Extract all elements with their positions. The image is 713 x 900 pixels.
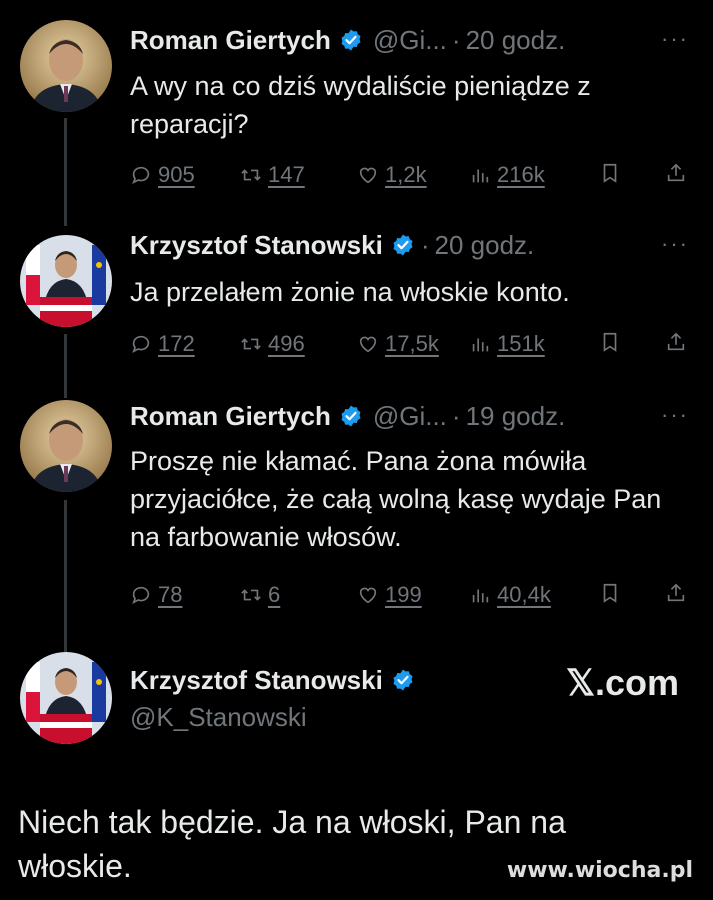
- verified-badge-icon: [393, 234, 413, 256]
- separator-dot: ·: [420, 229, 430, 260]
- bookmark-icon: [603, 332, 617, 352]
- like-button[interactable]: 1,2k: [357, 162, 469, 188]
- retweet-count: 147: [268, 162, 305, 187]
- views-icon: [472, 589, 489, 603]
- tweet-time[interactable]: 20 godz.: [466, 25, 566, 56]
- share-button[interactable]: [665, 331, 687, 358]
- views-icon: [472, 169, 489, 183]
- heart-icon: [359, 587, 377, 604]
- like-count: 199: [385, 582, 422, 607]
- author-handle[interactable]: @Gi...: [373, 25, 447, 56]
- reply-count: 78: [158, 582, 183, 607]
- thread-line: [64, 334, 67, 398]
- reply-count: 172: [158, 331, 195, 356]
- views-count: 40,4k: [497, 582, 551, 607]
- views-button[interactable]: 151k: [469, 331, 599, 357]
- share-button[interactable]: [665, 162, 687, 189]
- bookmark-icon: [603, 163, 617, 183]
- author-handle[interactable]: @Gi...: [373, 401, 447, 432]
- tweet-text: Ja przelałem żonie na włoskie konto.: [130, 277, 570, 307]
- heart-icon: [359, 167, 377, 184]
- retweet-icon: [241, 169, 261, 181]
- more-options-icon[interactable]: ···: [661, 26, 689, 52]
- views-count: 216k: [497, 162, 545, 187]
- views-button[interactable]: 216k: [469, 162, 599, 188]
- share-icon: [667, 163, 685, 181]
- avatar-stanowski[interactable]: [20, 235, 112, 327]
- tweet-actions: 905 147 1,2k 216k: [130, 160, 692, 190]
- author-name[interactable]: Krzysztof Stanowski: [130, 665, 383, 696]
- author-name[interactable]: Krzysztof Stanowski: [130, 230, 383, 261]
- verified-badge-icon: [341, 29, 361, 51]
- tweet-actions: 172 496 17,5k 151k: [130, 329, 692, 359]
- retweet-button[interactable]: 496: [240, 331, 357, 357]
- author-handle[interactable]: @K_Stanowski: [130, 702, 307, 733]
- retweet-button[interactable]: 6: [240, 582, 357, 608]
- separator-dot: ·: [451, 400, 461, 431]
- retweet-icon: [241, 338, 261, 350]
- avatar-stanowski[interactable]: [20, 652, 112, 744]
- like-count: 17,5k: [385, 331, 439, 356]
- separator-dot: ·: [451, 24, 461, 55]
- reply-button[interactable]: 172: [130, 331, 240, 357]
- reply-icon: [132, 586, 150, 605]
- reply-icon: [132, 166, 150, 185]
- reply-button[interactable]: 905: [130, 162, 240, 188]
- reply-count: 905: [158, 162, 195, 187]
- heart-icon: [359, 336, 377, 353]
- share-icon: [667, 583, 685, 601]
- verified-badge-icon: [393, 669, 413, 691]
- reply-icon: [132, 335, 150, 354]
- author-name[interactable]: Roman Giertych: [130, 25, 331, 56]
- tweet-time[interactable]: 19 godz.: [466, 401, 566, 432]
- bookmark-button[interactable]: [599, 582, 665, 609]
- avatar-giertych[interactable]: [20, 400, 112, 492]
- retweet-button[interactable]: 147: [240, 162, 357, 188]
- tweet-text: Proszę nie kłamać. Pana żona mówiła przy…: [130, 446, 662, 552]
- tweet-time[interactable]: 20 godz.: [435, 230, 535, 261]
- reply-button[interactable]: 78: [130, 582, 240, 608]
- bookmark-icon: [603, 583, 617, 603]
- like-button[interactable]: 199: [357, 582, 469, 608]
- x-logo: 𝕏.com: [566, 662, 680, 703]
- bookmark-button[interactable]: [599, 162, 665, 189]
- share-button[interactable]: [665, 582, 687, 609]
- author-name[interactable]: Roman Giertych: [130, 401, 331, 432]
- like-button[interactable]: 17,5k: [357, 331, 469, 357]
- retweet-count: 6: [268, 582, 281, 607]
- share-icon: [667, 332, 685, 350]
- like-count: 1,2k: [385, 162, 427, 187]
- tweet-text: A wy na co dziś wydaliście pieniądze z r…: [130, 71, 591, 139]
- retweet-icon: [241, 589, 261, 601]
- thread-line: [64, 500, 67, 652]
- bookmark-button[interactable]: [599, 331, 665, 358]
- avatar-giertych[interactable]: [20, 20, 112, 112]
- views-button[interactable]: 40,4k: [469, 582, 599, 608]
- verified-badge-icon: [341, 405, 361, 427]
- more-options-icon[interactable]: ···: [661, 231, 689, 257]
- retweet-count: 496: [268, 331, 305, 356]
- thread-line: [64, 118, 67, 226]
- views-icon: [472, 338, 489, 352]
- views-count: 151k: [497, 331, 545, 356]
- tweet-actions: 78 6 199 40,4k: [130, 580, 692, 610]
- watermark: www.wiocha.pl: [506, 858, 693, 883]
- more-options-icon[interactable]: ···: [661, 402, 689, 428]
